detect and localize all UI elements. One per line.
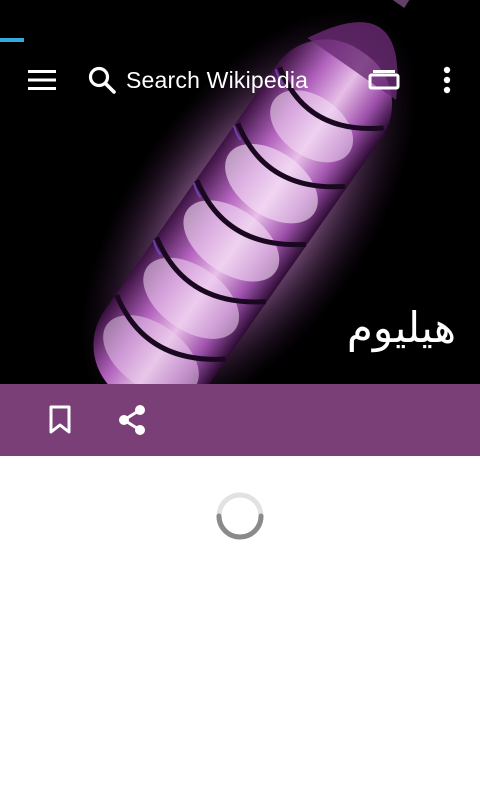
bookmark-button[interactable] xyxy=(36,396,84,444)
share-button[interactable] xyxy=(108,396,156,444)
bookmark-icon xyxy=(49,405,71,434)
navigation-menu-button[interactable] xyxy=(18,56,66,104)
search-field[interactable]: Search Wikipedia xyxy=(84,56,344,104)
hamburger-menu-icon xyxy=(28,70,56,90)
tabs-icon xyxy=(368,70,400,90)
loading-spinner xyxy=(216,492,264,540)
article-screen: Search Wikipedia هيليوم xyxy=(0,0,480,800)
search-placeholder-text: Search Wikipedia xyxy=(126,66,309,93)
overflow-menu-button[interactable] xyxy=(424,56,470,104)
page-load-progress-bar xyxy=(0,38,24,42)
article-action-bar xyxy=(0,384,480,456)
more-vertical-icon xyxy=(443,66,451,94)
article-title: هيليوم xyxy=(346,303,456,352)
search-icon xyxy=(88,66,116,94)
top-toolbar: Search Wikipedia xyxy=(0,48,480,112)
share-icon xyxy=(119,405,145,435)
search-icon-container xyxy=(84,56,120,104)
lead-image[interactable]: Search Wikipedia هيليوم xyxy=(0,0,480,384)
tabs-button[interactable] xyxy=(360,56,408,104)
